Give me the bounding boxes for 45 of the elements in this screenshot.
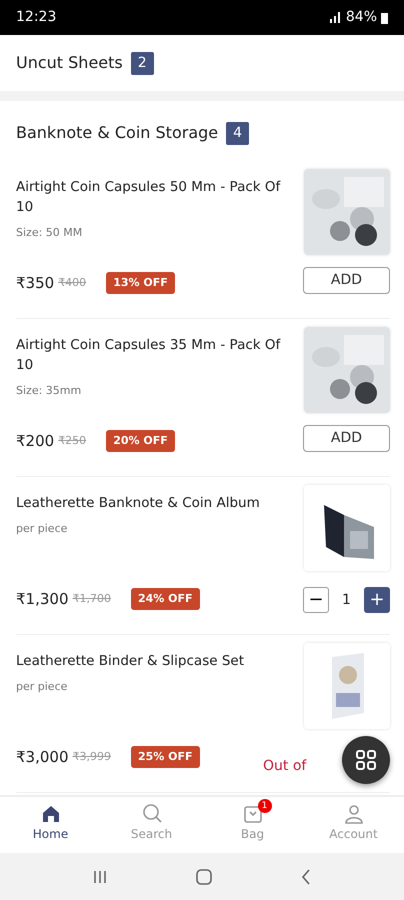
notification-badge: 1: [258, 799, 272, 813]
section-title: Banknote & Coin Storage: [16, 122, 218, 144]
discount-badge: 24% OFF: [131, 588, 200, 610]
original-price: ₹400: [58, 274, 86, 290]
section-title: Uncut Sheets: [16, 52, 123, 74]
plus-button[interactable]: +: [364, 587, 390, 613]
back-icon[interactable]: [301, 868, 312, 884]
original-price: ₹1,700: [72, 590, 111, 606]
count-badge: 2: [130, 52, 154, 74]
stock-status: Out of: [263, 758, 306, 774]
product-name: Airtight Coin Capsules 50 Mm - Pack Of 10: [16, 178, 282, 217]
discount-badge: 25% OFF: [131, 746, 200, 768]
clock: 12:23: [16, 8, 56, 27]
original-price: ₹250: [58, 432, 86, 448]
price: ₹200: [16, 430, 54, 452]
price: ₹3,000: [16, 746, 68, 768]
product-name: Leatherette Banknote & Coin Album: [16, 494, 261, 513]
count-badge: 4: [226, 122, 250, 144]
minus-button[interactable]: −: [303, 587, 329, 613]
product-detail: per piece: [16, 521, 68, 537]
product-name: Leatherette Binder & Slipcase Set: [16, 652, 245, 671]
battery-icon: [381, 12, 388, 24]
bag-icon: [242, 803, 264, 825]
quantity: 1: [342, 590, 351, 610]
home-button-icon[interactable]: [196, 868, 212, 884]
product-detail: per piece: [16, 679, 68, 695]
product-detail: Size: 50 MM: [16, 225, 84, 241]
battery-percent: 84%: [346, 8, 377, 27]
search-icon: [140, 803, 162, 825]
original-price: ₹3,999: [72, 748, 111, 764]
nav-tab[interactable]: 1 Bag: [202, 797, 303, 853]
person-icon: [342, 803, 364, 825]
add-button[interactable]: ADD: [303, 425, 390, 452]
recent-apps-icon[interactable]: [92, 870, 107, 884]
price: ₹1,300: [16, 588, 68, 610]
price: ₹350: [16, 272, 54, 294]
grid-icon: [356, 750, 376, 770]
discount-badge: 20% OFF: [106, 430, 175, 452]
add-button[interactable]: ADD: [303, 267, 390, 294]
discount-badge: 13% OFF: [106, 272, 175, 294]
product-name: Airtight Coin Capsules 35 Mm - Pack Of 10: [16, 336, 282, 375]
product-detail: Size: 35mm: [16, 383, 82, 399]
signal-icon: [330, 12, 342, 23]
nav-tab[interactable]: Home: [0, 797, 101, 853]
grid-menu-button[interactable]: [342, 736, 390, 784]
